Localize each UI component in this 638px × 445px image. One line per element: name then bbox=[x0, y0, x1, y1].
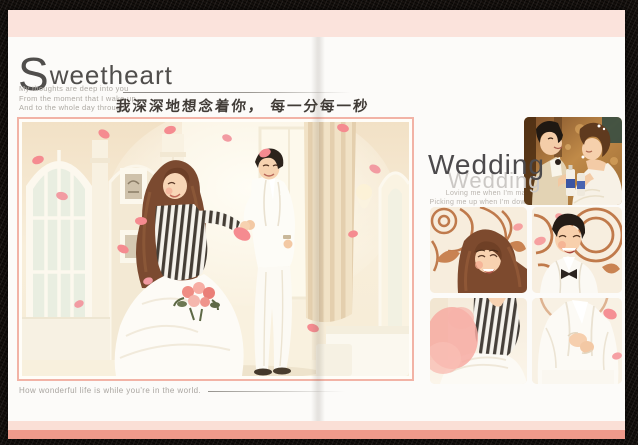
decorative-rule-bottom bbox=[208, 391, 345, 392]
right-page-title: Wedding bbox=[428, 149, 545, 181]
grid-photo-bride-face-illustration bbox=[430, 207, 527, 293]
grid-photo-groom-face-illustration bbox=[532, 207, 622, 293]
grid-photo-bride-dress bbox=[430, 298, 527, 384]
bottom-light-pink-band bbox=[8, 421, 625, 430]
grid-photo-groom-suit-illustration bbox=[532, 298, 622, 384]
main-photo-bride-groom-holding-hands bbox=[17, 117, 414, 381]
decorative-rule-top bbox=[123, 92, 351, 93]
intro-line-1: My thoughts are deep into you bbox=[19, 84, 136, 94]
main-photo-illustration bbox=[22, 122, 409, 376]
bottom-caption: How wonderful life is while you're in th… bbox=[19, 386, 201, 395]
grid-photo-groom-suit bbox=[532, 298, 622, 384]
bottom-salmon-band bbox=[8, 430, 625, 439]
grid-photo-bride-dress-illustration bbox=[430, 298, 527, 384]
album-spread: Sweetheart My thoughts are deep into you… bbox=[8, 10, 625, 439]
chinese-caption: 我深深地想念着你， 每一分每一秒 bbox=[115, 95, 370, 116]
slogan-line-2: Picking me up when I'm down bbox=[408, 199, 530, 208]
top-pink-band bbox=[8, 10, 625, 37]
grid-photo-bride-face bbox=[430, 207, 527, 293]
grid-photo-groom-face bbox=[532, 207, 622, 293]
